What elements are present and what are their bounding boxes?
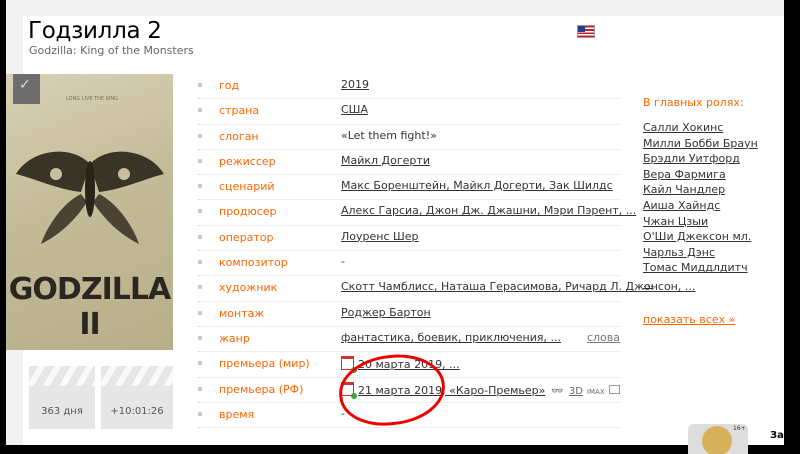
avatar[interactable]: 16+ xyxy=(688,424,748,454)
editor-link[interactable]: Роджер Бартон xyxy=(341,306,431,319)
show-all-cast-link[interactable]: показать всех » xyxy=(643,313,758,326)
countdown-days: 363 дня xyxy=(29,366,95,429)
producer-links[interactable]: Алекс Гарсиа, Джон Дж. Джашни, Мэри Пэре… xyxy=(341,204,636,217)
keywords-link[interactable]: слова xyxy=(587,331,620,344)
countdown-days-label: 363 дня xyxy=(41,406,83,417)
glasses-icon: 👓 xyxy=(551,385,564,397)
bookmark-check-icon[interactable] xyxy=(13,74,40,104)
mail-icon[interactable] xyxy=(608,384,620,394)
info-row-editor: монтаж Роджер Бартон xyxy=(198,302,620,327)
info-row-tagline: слоган «Let them fight!» xyxy=(198,125,620,150)
cast-list: В главных ролях: Салли Хокинс Милли Бобб… xyxy=(643,96,758,326)
year-link[interactable]: 2019 xyxy=(341,78,369,91)
moth-icon xyxy=(16,151,164,244)
genre-links[interactable]: фантастика, боевик, приключения, ... xyxy=(341,331,561,344)
imax-label: IMAX xyxy=(586,387,605,396)
actor-link[interactable]: Кайл Чандлер xyxy=(643,183,758,199)
operator-link[interactable]: Лоуренс Шер xyxy=(341,230,419,243)
info-row-artist: художник Скотт Чамблисс, Наташа Герасимов… xyxy=(198,276,695,302)
actor-link[interactable]: Чжан Цзыи xyxy=(643,215,758,231)
usa-flag-icon xyxy=(577,25,595,38)
info-row-country: страна США xyxy=(198,99,620,125)
actor-link[interactable]: Чарльз Дэнс xyxy=(643,246,758,262)
countdown-time: +10:01:26 xyxy=(101,366,173,429)
info-row-operator: оператор Лоуренс Шер xyxy=(198,226,620,252)
original-title: Godzilla: King of the Monsters xyxy=(29,44,194,57)
actor-link[interactable]: Томас Миддлдитч xyxy=(643,261,758,277)
age-badge: 16+ xyxy=(733,425,746,432)
actor-link[interactable]: Милли Бобби Браун xyxy=(643,137,758,153)
actor-link[interactable]: Брэдли Уитфорд xyxy=(643,152,758,168)
page-title: Годзилла 2 xyxy=(28,18,162,44)
page: Годзилла 2 Godzilla: King of the Monster… xyxy=(6,0,791,454)
actor-link[interactable]: Салли Хокинс xyxy=(643,121,758,137)
info-row-producer: продюсер Алекс Гарсиа, Джон Дж. Джашни, М… xyxy=(198,200,636,226)
info-row-composer: композитор - xyxy=(198,251,620,277)
actor-more-link[interactable]: ... xyxy=(643,277,758,293)
countdown-time-label: +10:01:26 xyxy=(110,406,164,417)
director-link[interactable]: Майкл Догерти xyxy=(341,154,430,167)
actor-link[interactable]: Вера Фармига xyxy=(643,168,758,184)
country-link[interactable]: США xyxy=(341,103,368,116)
info-row-genre: жанр фантастика, боевик, приключения, ...… xyxy=(198,327,620,353)
actor-link[interactable]: О'Ши Джексон мл. xyxy=(643,230,758,246)
tagline-text: «Let them fight!» xyxy=(341,128,437,142)
3d-link[interactable]: 3D xyxy=(569,386,583,397)
actor-link[interactable]: Аиша Хайндс xyxy=(643,199,758,215)
movie-poster[interactable]: LONG LIVE THE KING GODZILLA II xyxy=(6,74,173,350)
info-row-writer: сценарий Макс Боренштейн, Майкл Догерти, … xyxy=(198,175,620,201)
cast-heading: В главных ролях: xyxy=(643,96,744,109)
info-row-year: год 2019 xyxy=(198,74,620,100)
info-row-director: режиссер Майкл Догерти xyxy=(198,150,620,176)
poster-tagline: LONG LIVE THE KING xyxy=(65,96,119,102)
poster-logo: GODZILLA II xyxy=(8,272,171,342)
right-black-bar xyxy=(784,0,800,445)
writer-links[interactable]: Макс Боренштейн, Майкл Догерти, Зак Шилд… xyxy=(341,179,613,192)
